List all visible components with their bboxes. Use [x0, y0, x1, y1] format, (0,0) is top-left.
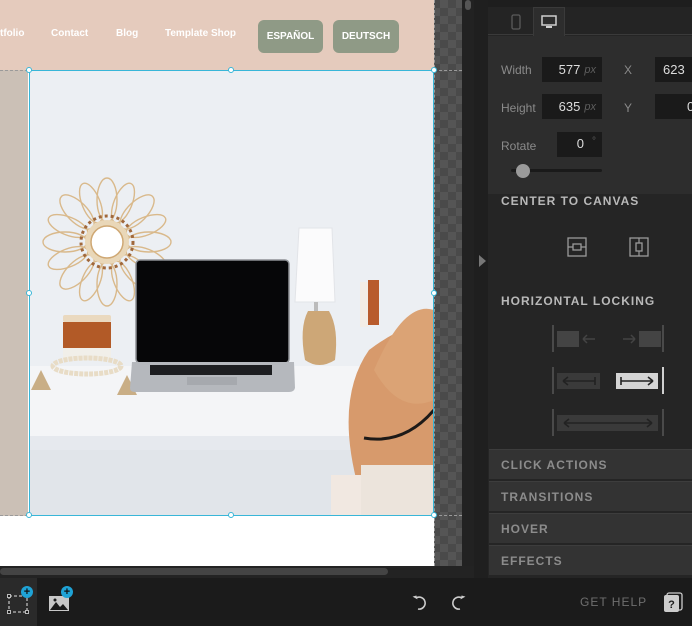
lock-stretch-icon: [563, 418, 652, 428]
add-image-button[interactable]: +: [40, 578, 76, 626]
get-help-link[interactable]: GET HELP: [580, 595, 647, 609]
rotate-unit: °: [592, 136, 596, 147]
deutsch-button[interactable]: DEUTSCH: [333, 20, 399, 53]
resize-handle-bottom-left[interactable]: [26, 512, 32, 518]
tab-desktop[interactable]: [533, 7, 565, 36]
laptop: [130, 259, 295, 392]
resize-handle-left[interactable]: [26, 290, 32, 296]
mobile-icon: [511, 13, 521, 30]
tab-mobile[interactable]: [500, 7, 532, 36]
y-input[interactable]: 0: [655, 94, 692, 119]
nav-link-template-shop[interactable]: Template Shop: [165, 28, 236, 39]
x-label: X: [624, 63, 633, 77]
resize-handle-top[interactable]: [228, 67, 234, 73]
redo-button[interactable]: [447, 578, 471, 626]
nav-link-blog[interactable]: Blog: [116, 28, 138, 39]
resize-handle-right[interactable]: [431, 290, 437, 296]
nav-link-contact[interactable]: Contact: [51, 28, 88, 39]
lock-edge-right: [662, 409, 664, 436]
espanol-button[interactable]: ESPAÑOL: [258, 20, 323, 53]
center-horizontal-button[interactable]: [566, 236, 588, 258]
center-to-canvas-title: CENTER TO CANVAS: [501, 194, 640, 208]
lock-none-icon: [557, 331, 661, 347]
vertical-scrollbar[interactable]: [462, 0, 474, 566]
resize-handle-top-right[interactable]: [431, 67, 437, 73]
y-label: Y: [624, 101, 633, 115]
center-vertical-icon: [629, 237, 649, 257]
height-label: Height: [501, 101, 536, 115]
properties-panel: Width 577 px X 623 Height 635 px Y 0 Rot…: [488, 0, 692, 578]
accordion-click-actions[interactable]: CLICK ACTIONS: [489, 449, 692, 479]
rotate-slider-knob[interactable]: [516, 164, 530, 178]
center-vertical-button[interactable]: [628, 236, 650, 258]
nav-link-portfolio[interactable]: tfolio: [0, 28, 24, 39]
svg-text:?: ?: [668, 599, 675, 611]
height-unit: px: [584, 100, 596, 113]
accordion-hover[interactable]: HOVER: [489, 513, 692, 543]
help-button[interactable]: ?: [660, 578, 686, 626]
width-value: 577: [558, 62, 581, 77]
rotate-value: 0: [576, 136, 584, 151]
collapse-panel-arrow-icon[interactable]: [479, 255, 486, 267]
help-icon: ?: [664, 592, 683, 612]
lock-right-icon: [620, 376, 654, 386]
editor-app: tfolio Contact Blog Template Shop ESPAÑO…: [0, 0, 692, 626]
rotate-input[interactable]: 0 °: [557, 132, 602, 157]
width-unit: px: [584, 63, 596, 76]
lock-edge-left: [552, 409, 554, 436]
resize-handle-bottom-right[interactable]: [431, 512, 437, 518]
redo-icon: [452, 595, 466, 610]
width-label: Width: [501, 63, 532, 77]
horizontal-locking-title: HORIZONTAL LOCKING: [501, 294, 656, 308]
center-horizontal-icon: [567, 237, 587, 257]
x-value: 623: [663, 62, 685, 77]
panel-top-edge: [488, 0, 692, 7]
undo-icon: [412, 595, 426, 610]
horizontal-scrollbar-thumb[interactable]: [0, 568, 388, 575]
y-value: 0: [687, 99, 692, 114]
site-header[interactable]: tfolio Contact Blog Template Shop ESPAÑO…: [0, 0, 434, 70]
hero-image[interactable]: [29, 70, 434, 516]
vertical-scrollbar-thumb[interactable]: [465, 0, 471, 10]
lock-left-icon: [562, 376, 596, 386]
lock-edge-left: [552, 325, 554, 352]
hero-photo-illustration: [29, 70, 434, 516]
lock-left-button[interactable]: [557, 373, 600, 389]
height-value: 635: [558, 99, 581, 114]
page-canvas: tfolio Contact Blog Template Shop ESPAÑO…: [0, 0, 434, 566]
resize-handle-bottom[interactable]: [228, 512, 234, 518]
x-input[interactable]: 623: [655, 57, 692, 82]
canvas-area[interactable]: tfolio Contact Blog Template Shop ESPAÑO…: [0, 0, 462, 566]
lock-edge-left: [552, 367, 554, 394]
lock-stretch-button[interactable]: [557, 415, 658, 431]
accordion-transitions[interactable]: TRANSITIONS: [489, 481, 692, 511]
guide-line-right: [434, 0, 435, 566]
add-badge-icon: +: [61, 586, 73, 598]
lock-none-button[interactable]: [557, 331, 661, 347]
adjacent-image-strip: [0, 70, 28, 516]
accordion-effects[interactable]: EFFECTS: [489, 545, 692, 575]
desktop-icon: [541, 15, 557, 28]
width-input[interactable]: 577 px: [542, 57, 602, 82]
lock-edge-right: [662, 325, 664, 352]
rotate-label: Rotate: [501, 139, 537, 153]
add-box-button[interactable]: +: [0, 578, 37, 626]
lock-edge-right-active: [662, 367, 664, 394]
resize-handle-top-left[interactable]: [26, 67, 32, 73]
undo-button[interactable]: [407, 578, 431, 626]
lock-right-button[interactable]: [616, 373, 658, 389]
add-badge-icon: +: [21, 586, 33, 598]
panel-collapse-strip[interactable]: [474, 0, 488, 578]
height-input[interactable]: 635 px: [542, 94, 602, 119]
